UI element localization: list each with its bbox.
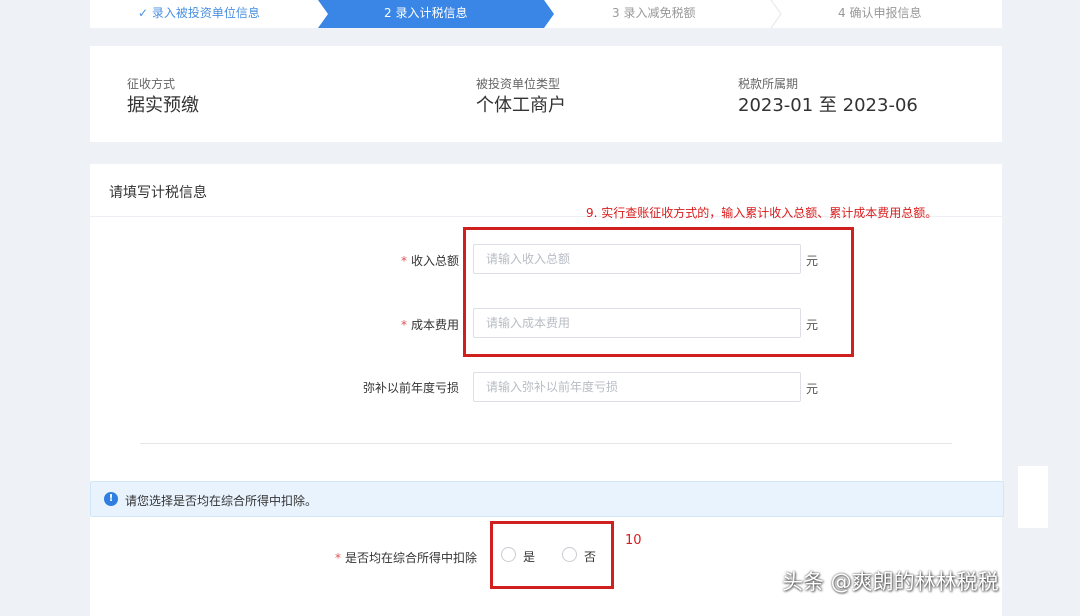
cost-expense-label-text: 成本费用	[410, 318, 459, 332]
invested-unit-type-label: 被投资单位类型	[476, 77, 561, 91]
step-3-tax-reduction: 3 录入减免税额	[612, 6, 696, 20]
prior-loss-offset-label-text: 弥补以前年度亏损	[362, 381, 459, 395]
step-4-confirm-declaration: 4 确认申报信息	[838, 6, 922, 20]
required-asterisk: *	[400, 318, 407, 332]
info-icon: !	[104, 492, 118, 506]
invested-unit-type: 被投资单位类型 个体工商户	[476, 77, 566, 117]
required-asterisk: *	[400, 254, 407, 268]
step-progress-bar: ✓ 录入被投资单位信息 3 录入减免税额 4 确认申报信息 2 录入计税信息	[90, 0, 1002, 28]
collection-method: 征收方式 据实预缴	[127, 77, 199, 117]
form-title: 请填写计税信息	[109, 185, 207, 201]
annotation-highlight-box-9	[463, 227, 854, 357]
tax-period-value: 2023-01 至 2023-06	[738, 95, 918, 116]
step-1-invested-unit-info[interactable]: ✓ 录入被投资单位信息	[90, 0, 328, 28]
side-panel-strip	[1018, 466, 1048, 528]
deduction-notice: ! 请您选择是否均在综合所得中扣除。	[90, 481, 1004, 517]
step-separator-arrow-icon	[770, 0, 782, 28]
collection-method-value: 据实预缴	[127, 95, 199, 116]
deduct-choice-label-text: 是否均在综合所得中扣除	[345, 551, 478, 565]
cost-expense-label: * 成本费用	[259, 316, 459, 333]
tax-info-form-card: 请填写计税信息 9. 实行查账征收方式的，输入累计收入总额、累计成本费用总额。 …	[90, 164, 1004, 616]
step-2-tax-info-active: 2 录入计税信息	[318, 0, 554, 28]
prior-loss-offset-input[interactable]	[473, 372, 801, 402]
annotation-step-9: 9. 实行查账征收方式的，输入累计收入总额、累计成本费用总额。	[586, 206, 938, 220]
deduction-notice-text: 请您选择是否均在综合所得中扣除。	[125, 494, 318, 508]
deduct-choice-label: * 是否均在综合所得中扣除	[335, 549, 477, 566]
income-total-label-text: 收入总额	[410, 254, 459, 268]
declaration-summary-card: 征收方式 据实预缴 被投资单位类型 个体工商户 税款所属期 2023-01 至 …	[90, 46, 1002, 142]
watermark: 头条 @爽朗的林林税税	[782, 570, 999, 594]
required-asterisk: *	[335, 551, 341, 565]
annotation-step-10: 10	[625, 533, 642, 548]
prior-loss-offset-label: 弥补以前年度亏损	[259, 379, 459, 396]
invested-unit-type-value: 个体工商户	[476, 95, 566, 116]
collection-method-label: 征收方式	[127, 77, 176, 91]
income-total-label: * 收入总额	[259, 252, 459, 269]
tax-period-label: 税款所属期	[738, 77, 799, 91]
prior-loss-offset-unit: 元	[806, 382, 819, 396]
section-divider	[140, 443, 952, 444]
tax-period: 税款所属期 2023-01 至 2023-06	[738, 77, 918, 117]
annotation-highlight-box-10	[490, 521, 614, 589]
